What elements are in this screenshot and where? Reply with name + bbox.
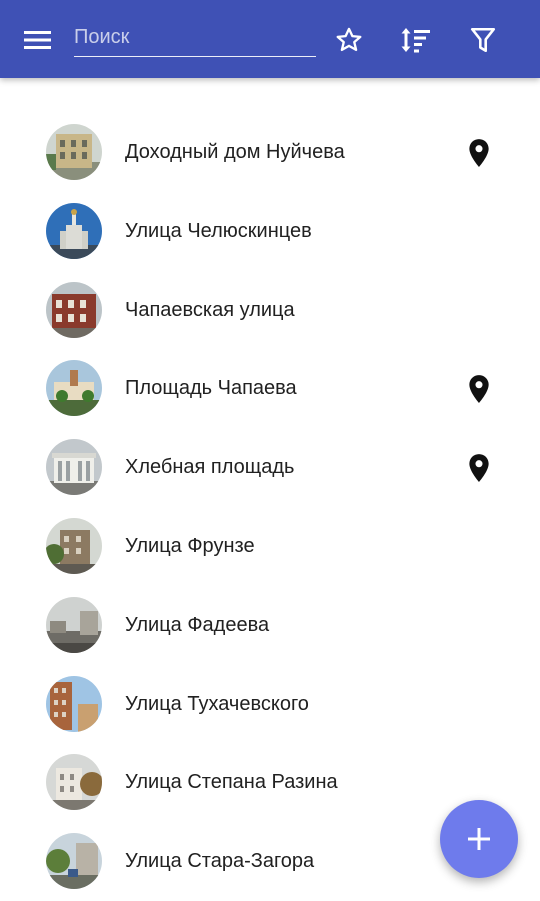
app-bar bbox=[0, 0, 540, 78]
list-item[interactable]: Улица Тухачевского bbox=[0, 665, 540, 744]
item-title: Чапаевская улица bbox=[125, 298, 295, 321]
favorites-button[interactable] bbox=[329, 20, 369, 60]
menu-button[interactable] bbox=[18, 22, 58, 58]
location-button[interactable] bbox=[466, 374, 492, 404]
avatar bbox=[46, 754, 102, 811]
item-title: Улица Стара-Загора bbox=[125, 850, 315, 873]
location-button[interactable] bbox=[466, 453, 492, 483]
sort-button[interactable] bbox=[396, 20, 436, 60]
item-title: Улица Степана Разина bbox=[125, 771, 338, 794]
item-title: Улица Фрунзе bbox=[125, 534, 255, 557]
avatar bbox=[46, 596, 102, 653]
avatar bbox=[46, 281, 102, 338]
avatar bbox=[46, 202, 102, 259]
item-title: Хлебная площадь bbox=[125, 456, 295, 479]
item-title: Площадь Чапаева bbox=[125, 377, 297, 400]
menu-icon bbox=[24, 31, 51, 49]
list-item[interactable]: Улица Фрунзе bbox=[0, 507, 540, 586]
avatar bbox=[46, 833, 102, 890]
avatar bbox=[46, 675, 102, 732]
map-pin-icon bbox=[469, 139, 489, 167]
location-button[interactable] bbox=[466, 138, 492, 168]
item-title: Улица Челюскинцев bbox=[125, 219, 312, 242]
map-pin-icon bbox=[469, 454, 489, 483]
avatar bbox=[46, 439, 102, 496]
avatar bbox=[46, 517, 102, 574]
list-item[interactable]: Улица Челюскинцев bbox=[0, 192, 540, 271]
star-outline-icon bbox=[336, 27, 362, 52]
filter-button[interactable] bbox=[463, 20, 503, 60]
item-title: Улица Фадеева bbox=[125, 613, 270, 636]
search-field bbox=[74, 18, 316, 58]
plus-icon bbox=[468, 828, 490, 850]
avatar bbox=[46, 124, 102, 180]
search-input[interactable] bbox=[74, 18, 316, 57]
item-title: Улица Тухачевского bbox=[125, 692, 309, 715]
sort-icon bbox=[401, 28, 430, 53]
list-item[interactable]: Площадь Чапаева bbox=[0, 349, 540, 428]
add-button[interactable] bbox=[440, 800, 518, 878]
places-list: Доходный дом Нуйчева Улица Челюскинцев Ч… bbox=[0, 113, 540, 901]
list-item[interactable]: Чапаевская улица bbox=[0, 271, 540, 350]
item-title: Доходный дом Нуйчева bbox=[125, 141, 345, 163]
list-item[interactable]: Хлебная площадь bbox=[0, 428, 540, 507]
avatar bbox=[46, 360, 102, 417]
filter-icon bbox=[470, 27, 496, 53]
map-pin-icon bbox=[469, 375, 489, 404]
list-item[interactable]: Улица Фадеева bbox=[0, 586, 540, 665]
list-item[interactable]: Доходный дом Нуйчева bbox=[0, 113, 540, 192]
